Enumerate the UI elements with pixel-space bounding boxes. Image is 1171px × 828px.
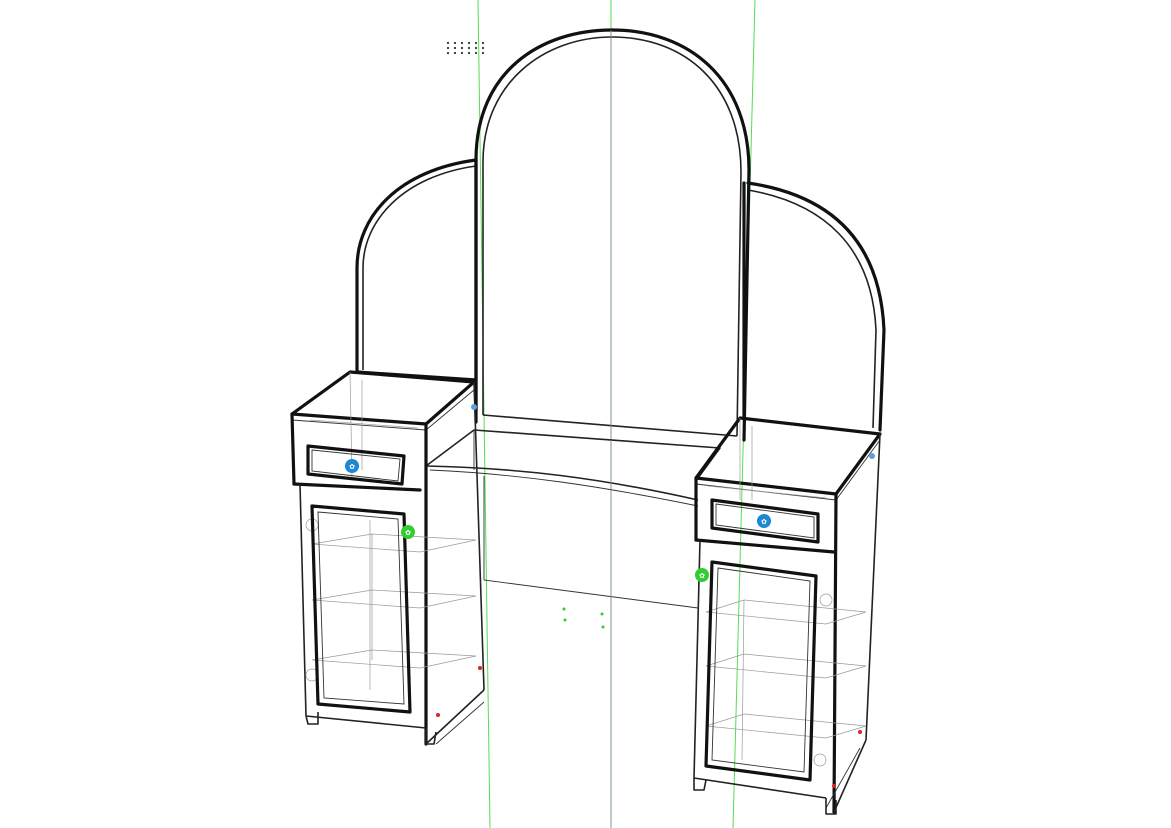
left-cabinet-top (290, 370, 476, 426)
center-arched-mirror[interactable] (474, 28, 751, 442)
right-cabinet[interactable]: ✿ ✿ (693, 416, 882, 815)
tabletop-bridge[interactable] (425, 429, 721, 828)
3d-viewport[interactable]: ✿ ✿ ✿ ✿ (0, 0, 1171, 828)
left-door[interactable]: ✿ (310, 504, 415, 714)
svg-text:✿: ✿ (349, 463, 355, 471)
right-cabinet-hidden-edges (705, 418, 867, 767)
helper-dots (562, 607, 605, 629)
left-fastener-marker-2 (436, 713, 440, 717)
right-door-handle-icon[interactable]: ✿ (695, 568, 709, 582)
right-drawer[interactable]: ✿ (710, 498, 820, 544)
left-fastener-marker-1 (478, 666, 482, 670)
left-cabinet[interactable]: ✿ ✿ (290, 370, 485, 746)
right-hinge-marker (869, 453, 875, 459)
left-drawer[interactable]: ✿ (306, 444, 406, 486)
right-fastener-marker-2 (832, 784, 836, 788)
right-drawer-handle-icon[interactable]: ✿ (757, 514, 771, 528)
right-side-mirror[interactable] (742, 181, 886, 432)
left-drawer-handle-icon[interactable]: ✿ (345, 459, 359, 473)
left-door-handle-icon[interactable]: ✿ (401, 525, 415, 539)
right-fastener-marker-1 (858, 730, 862, 734)
left-cabinet-hidden-edges (305, 371, 477, 690)
dressing-table-drawing[interactable]: ✿ ✿ ✿ ✿ (0, 0, 1171, 828)
left-hinge-marker (471, 404, 477, 410)
svg-text:✿: ✿ (761, 518, 767, 526)
svg-text:✿: ✿ (699, 572, 705, 580)
right-cabinet-top (694, 416, 882, 496)
svg-text:✿: ✿ (405, 529, 411, 537)
